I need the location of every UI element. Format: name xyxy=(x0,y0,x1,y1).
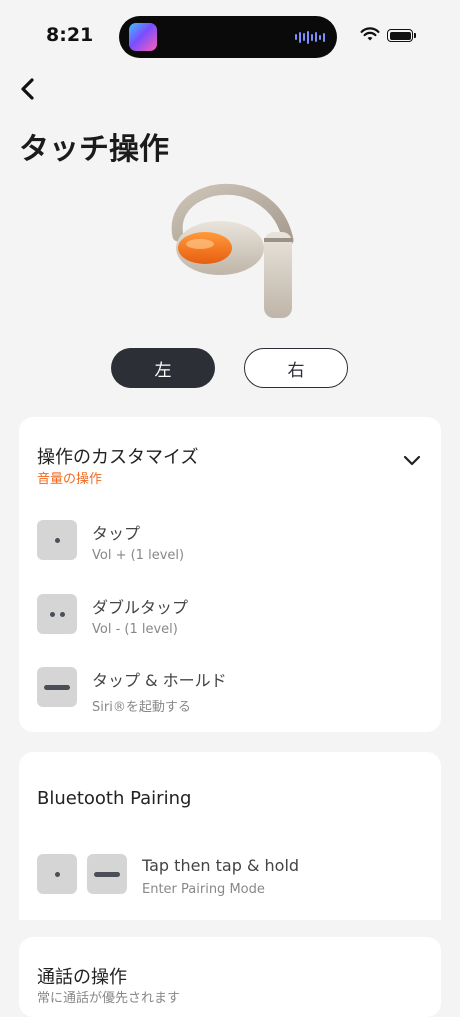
back-button[interactable] xyxy=(14,74,44,104)
wifi-icon xyxy=(360,27,380,41)
chevron-down-icon[interactable] xyxy=(403,455,421,467)
call-controls-card[interactable]: 通話の操作 常に通話が優先されます xyxy=(19,937,441,1017)
dynamic-island[interactable] xyxy=(119,16,337,58)
tap-hold-icon xyxy=(87,854,127,894)
card-subtitle: 音量の操作 xyxy=(37,472,103,487)
status-bar: 8:21 xyxy=(0,0,460,72)
single-tap-icon xyxy=(37,520,77,560)
gesture-action: Vol + (1 level) xyxy=(92,548,185,563)
earbud-image xyxy=(171,183,294,318)
card-title: 通話の操作 xyxy=(37,967,127,988)
gesture-name: タップ & ホールド xyxy=(92,671,227,690)
gesture-action: Enter Pairing Mode xyxy=(142,882,265,897)
card-title: Bluetooth Pairing xyxy=(37,788,192,809)
card-title: 操作のカスタマイズ xyxy=(37,447,199,468)
gesture-action: Siri®を起動する xyxy=(92,700,191,715)
single-tap-icon xyxy=(37,854,77,894)
bluetooth-pairing-card: Bluetooth Pairing Tap then tap & hold En… xyxy=(19,752,441,920)
battery-icon xyxy=(387,29,416,42)
tap-hold-icon xyxy=(37,667,77,707)
gesture-action: Vol - (1 level) xyxy=(92,622,178,637)
chevron-left-icon xyxy=(21,78,34,100)
status-time: 8:21 xyxy=(46,24,94,46)
page-title: タッチ操作 xyxy=(19,132,169,167)
left-side-toggle[interactable]: 左 xyxy=(111,348,215,388)
double-tap-icon xyxy=(37,594,77,634)
right-side-toggle[interactable]: 右 xyxy=(244,348,348,388)
card-subtitle: 常に通話が優先されます xyxy=(37,991,181,1006)
gesture-name: タップ xyxy=(92,524,141,543)
gesture-name: Tap then tap & hold xyxy=(142,856,300,875)
audio-wave-icon xyxy=(295,30,325,44)
customize-controls-card[interactable]: 操作のカスタマイズ 音量の操作 タップ Vol + (1 level) ダブルタ… xyxy=(19,417,441,732)
gesture-name: ダブルタップ xyxy=(92,598,189,617)
music-app-icon[interactable] xyxy=(129,23,157,51)
